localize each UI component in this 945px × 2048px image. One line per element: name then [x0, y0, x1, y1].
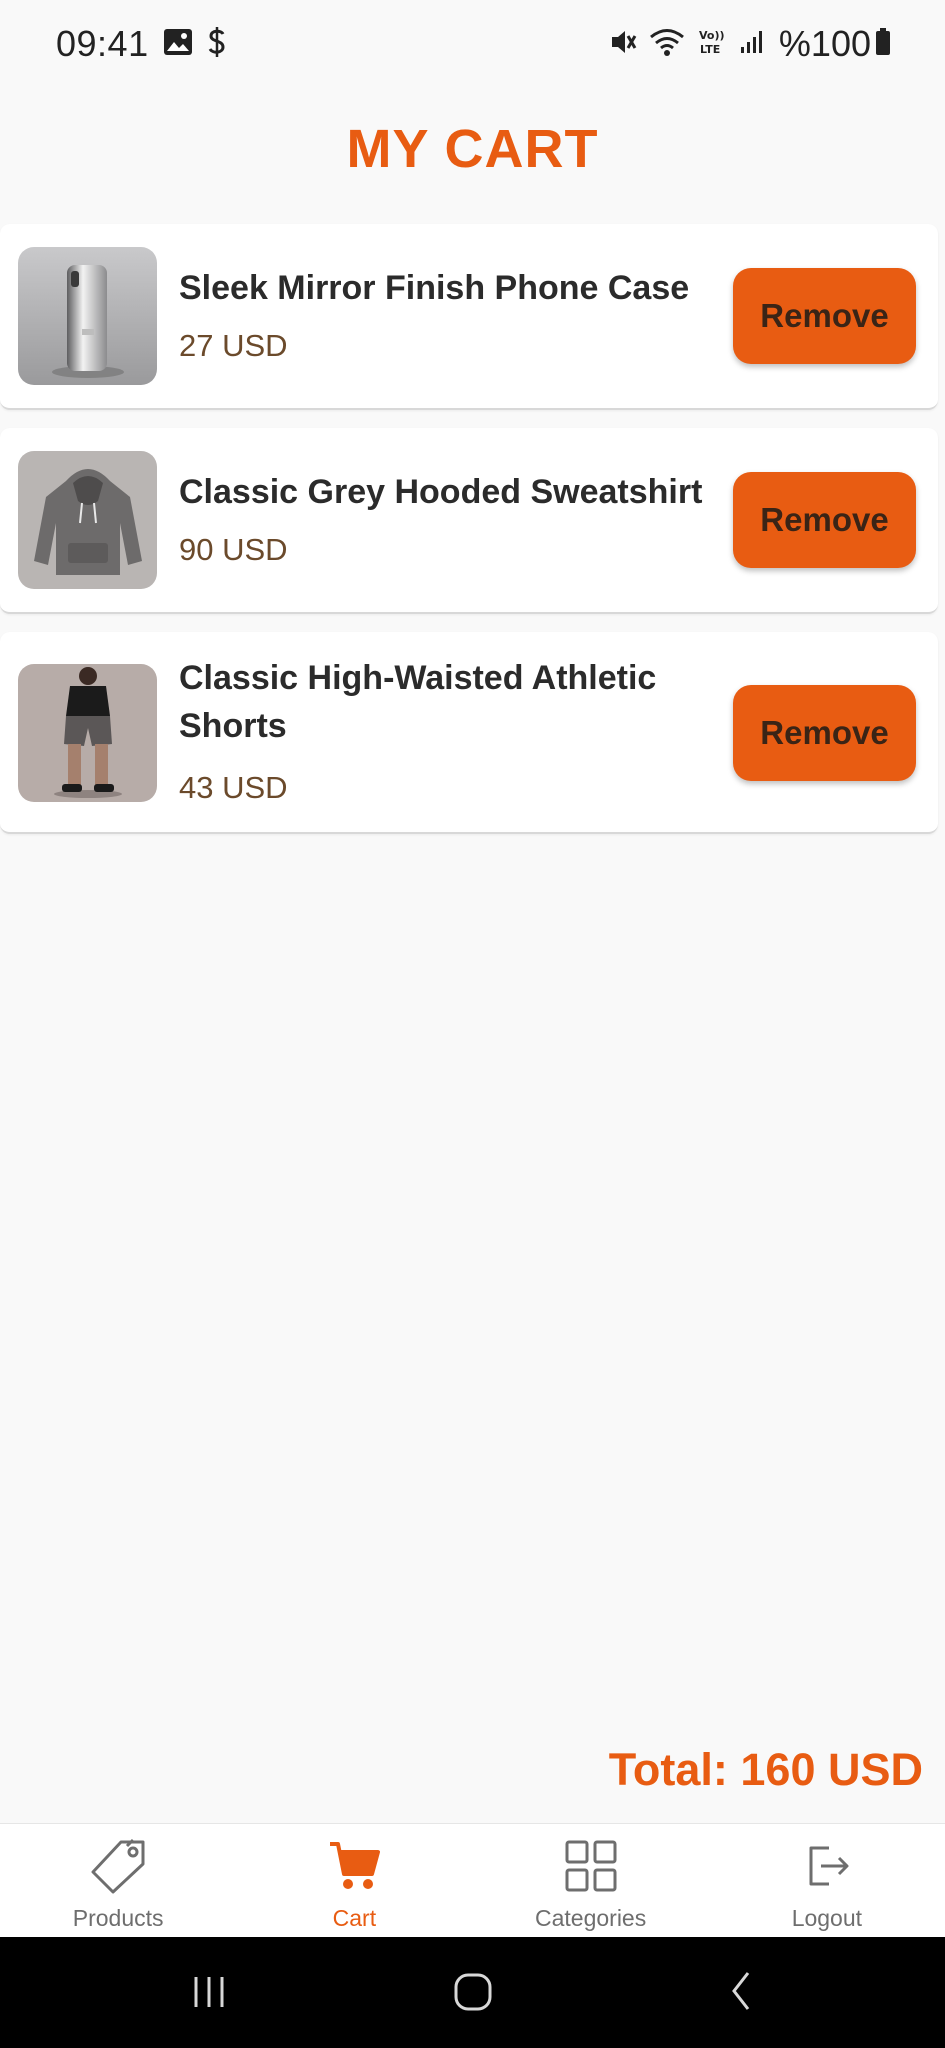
remove-button[interactable]: Remove	[733, 472, 916, 568]
tag-icon	[87, 1838, 149, 1899]
svg-text:LTE: LTE	[700, 43, 720, 56]
volte-icon: Vo)) LTE	[697, 27, 727, 62]
status-time: 09:41	[56, 23, 149, 64]
bottom-nav: Products Cart Categories Logout	[0, 1823, 945, 1937]
cart-icon	[326, 1838, 382, 1899]
item-name: Classic High-Waisted Athletic Shorts	[179, 659, 657, 745]
battery-icon	[875, 27, 891, 61]
recents-icon[interactable]	[190, 1965, 230, 2020]
nav-label: Logout	[791, 1905, 863, 1931]
status-left: 09:41	[56, 23, 227, 65]
home-icon[interactable]	[452, 1965, 496, 2020]
cart-item: Classic High-Waisted Athletic Shorts 43 …	[0, 632, 938, 834]
back-icon[interactable]	[722, 1965, 762, 2020]
phone-case-thumbnail	[18, 247, 157, 385]
svg-text:Vo)): Vo))	[699, 29, 725, 42]
item-name: Classic Grey Hooded Sweatshirt	[179, 473, 703, 511]
nav-label: Cart	[332, 1905, 377, 1931]
nav-item-logout[interactable]: Logout	[709, 1824, 945, 1938]
cart-total: Total: 160 USD	[608, 1744, 923, 1795]
system-nav-bar	[0, 1937, 945, 2048]
nav-label: Categories	[535, 1905, 647, 1931]
status-bar: 09:41 Vo)) LTE %100	[0, 0, 945, 88]
battery-percentage: %100	[778, 23, 871, 64]
item-price: 27 USD	[179, 328, 288, 363]
page-title: MY CART	[346, 119, 599, 179]
cart-item: Sleek Mirror Finish Phone Case 27 USD Re…	[0, 224, 938, 410]
item-price: 90 USD	[179, 532, 288, 567]
remove-button[interactable]: Remove	[733, 268, 916, 364]
mute-icon	[609, 27, 637, 62]
hoodie-thumbnail	[18, 451, 157, 589]
item-price: 43 USD	[179, 770, 288, 805]
dollar-icon	[207, 25, 227, 64]
nav-item-cart[interactable]: Cart	[236, 1824, 472, 1938]
grid-icon	[563, 1838, 619, 1899]
item-name: Sleek Mirror Finish Phone Case	[179, 269, 690, 307]
remove-button[interactable]: Remove	[733, 685, 916, 781]
status-right: Vo)) LTE %100	[597, 23, 891, 65]
logout-icon	[799, 1838, 855, 1899]
shorts-thumbnail	[18, 664, 157, 802]
wifi-icon	[649, 27, 685, 62]
signal-icon	[739, 29, 765, 60]
nav-label: Products	[72, 1905, 164, 1931]
nav-item-categories[interactable]: Categories	[473, 1824, 709, 1938]
nav-item-products[interactable]: Products	[0, 1824, 236, 1938]
cart-item: Classic Grey Hooded Sweatshirt 90 USD Re…	[0, 428, 938, 614]
image-icon	[163, 28, 193, 61]
